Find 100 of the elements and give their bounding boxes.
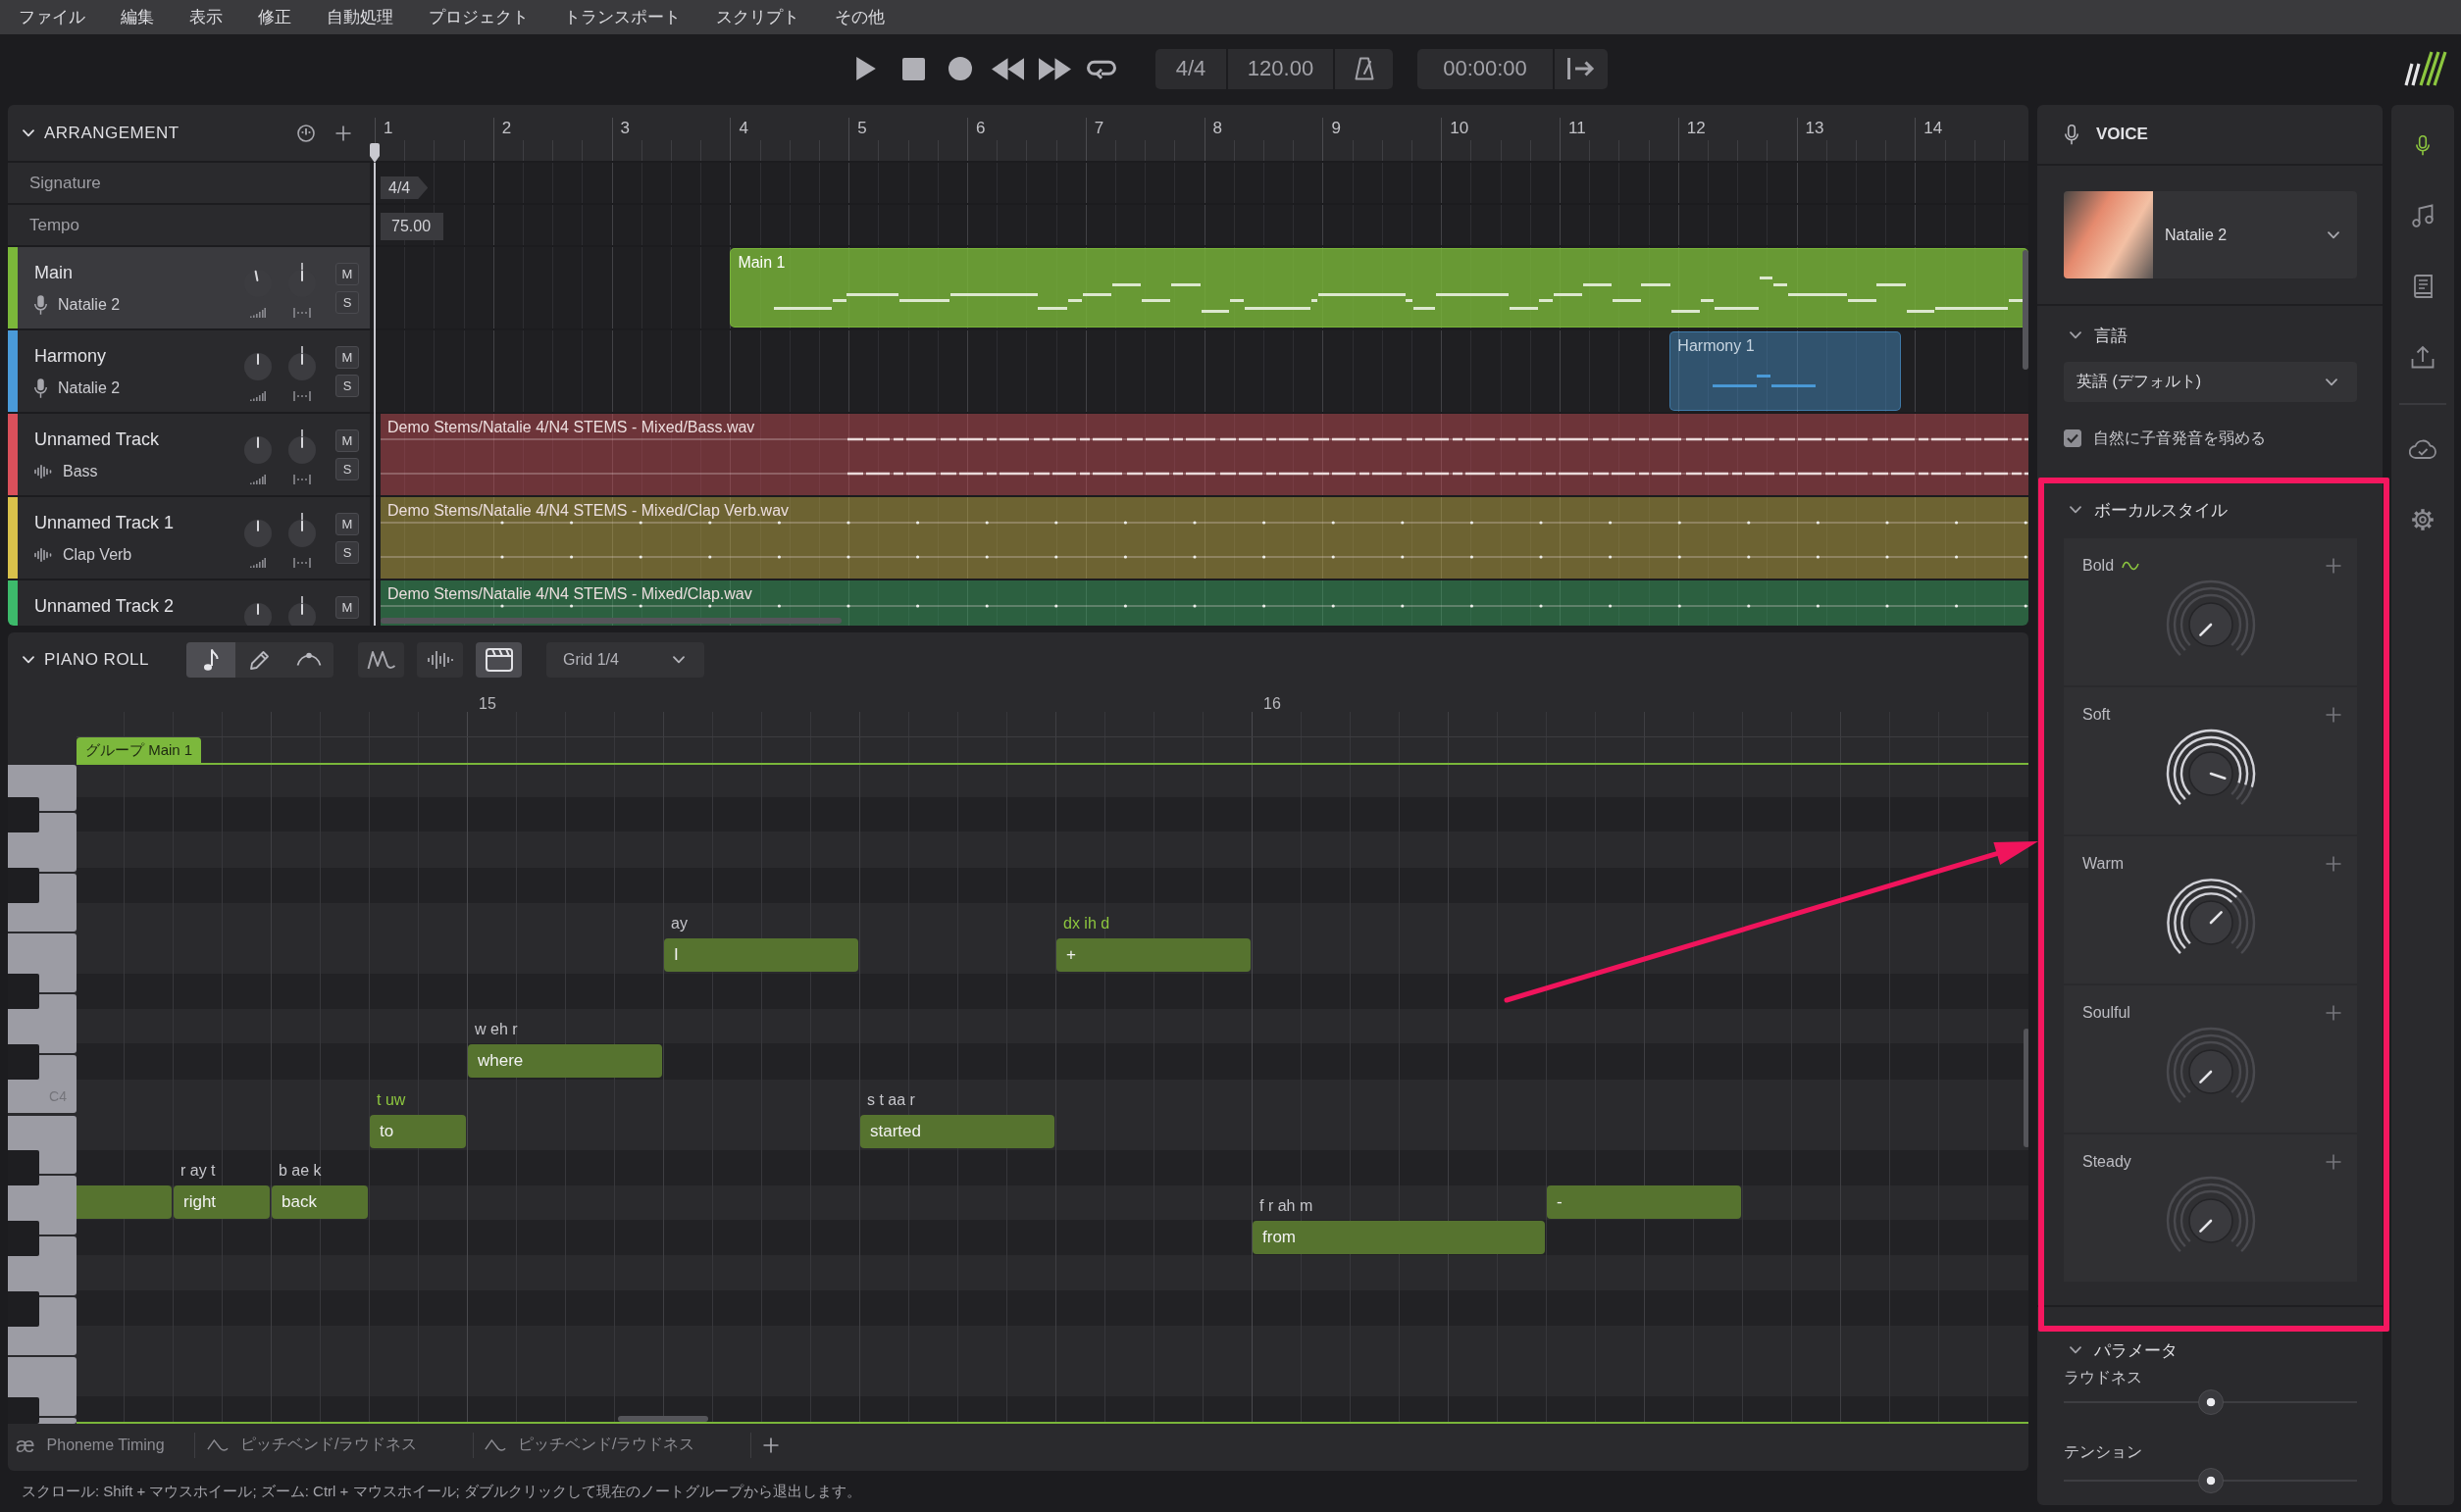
solo-button[interactable]: S <box>335 375 359 397</box>
pan-knob[interactable] <box>287 346 317 381</box>
volume-knob[interactable] <box>243 519 273 548</box>
zigzag-wave-icon <box>366 648 396 671</box>
plus-icon <box>2326 558 2341 574</box>
volume-meter-icon <box>250 475 266 484</box>
menu-item[interactable]: 修正 <box>258 6 291 28</box>
menu-item[interactable]: ファイル <box>19 6 85 28</box>
panel-title[interactable]: PIANO ROLL <box>23 645 150 674</box>
panel-tab[interactable]: ピッチベンド/ラウドネス <box>195 1424 473 1466</box>
note[interactable]: started <box>860 1115 1054 1148</box>
menu-item[interactable]: 表示 <box>189 6 223 28</box>
menu-item[interactable]: トランスポート <box>564 6 681 28</box>
mute-button[interactable]: M <box>335 429 359 452</box>
volume-knob[interactable] <box>243 435 273 465</box>
pencil-tool-button[interactable] <box>235 641 284 678</box>
language-dropdown[interactable]: 英語 (デフォルト) <box>2064 362 2357 402</box>
note[interactable]: I <box>664 938 858 972</box>
pan-knob[interactable] <box>287 596 317 626</box>
note[interactable]: + <box>1056 938 1251 972</box>
menu-item[interactable]: 編集 <box>121 6 154 28</box>
menu-item[interactable]: スクリプト <box>716 6 799 28</box>
track-name: Main <box>34 262 74 283</box>
style-knob[interactable] <box>2165 878 2256 955</box>
note[interactable]: from <box>1253 1221 1545 1254</box>
mute-button[interactable]: M <box>335 263 359 285</box>
waveform-view-button[interactable] <box>417 641 463 678</box>
note[interactable]: right <box>174 1185 270 1219</box>
track-header[interactable]: Unnamed Track 2 M <box>8 580 370 626</box>
track-header[interactable]: Unnamed Track 1 Clap Verb M S <box>8 497 370 579</box>
tempo-marker[interactable]: 75.00 <box>381 213 444 240</box>
time-signature-display[interactable]: 4/4 <box>1155 48 1226 89</box>
pan-meter-icon <box>293 558 311 568</box>
solo-button[interactable]: S <box>335 291 359 314</box>
note[interactable]: to <box>370 1115 466 1148</box>
tempo-display[interactable]: 120.00 <box>1228 48 1333 89</box>
time-display[interactable]: 00:00:00 <box>1417 48 1553 89</box>
menu-item[interactable]: 自動処理 <box>327 6 393 28</box>
clapperboard-icon <box>485 647 513 672</box>
grid-dropdown[interactable]: Grid 1/4 <box>546 641 704 678</box>
chevron-icon <box>2070 506 2081 514</box>
scrollbar-thumb[interactable] <box>2024 1029 2028 1147</box>
row-label: Tempo <box>29 215 80 235</box>
signature-marker[interactable]: 4/4 <box>381 176 429 199</box>
playhead-handle[interactable] <box>370 143 380 163</box>
waveform-icon <box>34 548 52 562</box>
plus-icon <box>2326 1154 2341 1170</box>
curve-tool-button[interactable] <box>284 641 333 678</box>
solo-button[interactable]: S <box>335 458 359 480</box>
audio-clip[interactable]: Demo Stems/Natalie 4/N4 STEMS - Mixed/Clap.wav <box>381 580 2028 626</box>
fast-forward-icon <box>1038 57 1071 80</box>
volume-meter-icon <box>250 558 266 568</box>
mute-button[interactable]: M <box>335 596 359 619</box>
style-knob[interactable] <box>2165 729 2256 806</box>
track-source: Bass <box>63 463 98 480</box>
phoneme-label: f r ah m <box>1259 1196 1313 1216</box>
track-name: Unnamed Track 1 <box>34 512 176 533</box>
menu-item[interactable]: その他 <box>835 6 885 28</box>
note-clip[interactable]: Harmony 1 <box>1669 331 1901 411</box>
section-header[interactable]: ボーカルスタイル <box>2037 496 2383 524</box>
audio-clip[interactable]: Demo Stems/Natalie 4/N4 STEMS - Mixed/Clap Verb.wav <box>381 497 2028 579</box>
panel-tab[interactable]: æ Phoneme Timing <box>8 1424 194 1466</box>
metronome-button[interactable] <box>1335 48 1393 89</box>
plus-icon[interactable] <box>335 125 351 141</box>
scrollbar-thumb[interactable] <box>381 618 842 624</box>
slider-thumb[interactable] <box>2197 1468 2224 1493</box>
note[interactable]: - <box>1547 1185 1741 1219</box>
panel-title: VOICE <box>2096 125 2148 144</box>
panel-tab[interactable]: ピッチベンド/ラウドネス <box>474 1424 750 1466</box>
voice-dropdown[interactable]: Natalie 2 <box>2064 191 2357 278</box>
track-header[interactable]: Unnamed Track Bass M S <box>8 414 370 495</box>
section-header[interactable]: パラメータ <box>2037 1336 2383 1364</box>
menu-item[interactable]: プロジェクト <box>429 6 529 28</box>
slider-thumb[interactable] <box>2197 1389 2224 1415</box>
vibrato-view-button[interactable] <box>358 641 404 678</box>
pan-knob[interactable] <box>287 513 317 548</box>
jump-button[interactable] <box>1555 48 1608 89</box>
dial-icon[interactable] <box>297 124 315 142</box>
note-tool-button[interactable] <box>186 641 235 678</box>
track-header[interactable]: Harmony Natalie 2 M S <box>8 330 370 412</box>
volume-knob[interactable] <box>243 352 273 381</box>
clapperboard-view-button[interactable] <box>476 641 522 678</box>
note[interactable]: back <box>272 1185 368 1219</box>
audio-clip[interactable]: Demo Stems/Natalie 4/N4 STEMS - Mixed/Bass.wav <box>381 414 2028 495</box>
pan-knob[interactable] <box>287 429 317 465</box>
group-tag[interactable]: グループ Main 1 <box>77 737 202 763</box>
style-name: Soulful <box>2082 1004 2130 1022</box>
scrollbar-thumb[interactable] <box>618 1416 708 1422</box>
clip-label: Main 1 <box>738 253 786 272</box>
mute-button[interactable]: M <box>335 346 359 369</box>
mute-button[interactable]: M <box>335 513 359 535</box>
solo-button[interactable]: S <box>335 541 359 564</box>
add-tab-button[interactable] <box>763 1436 779 1453</box>
volume-knob[interactable] <box>243 602 273 626</box>
track-name: Unnamed Track <box>34 428 161 450</box>
scrollbar-thumb[interactable] <box>2023 250 2028 370</box>
track-header[interactable]: Main Natalie 2 M S <box>8 247 370 328</box>
section-header[interactable]: 言語 <box>2037 322 2383 349</box>
checkbox[interactable] <box>2064 429 2081 447</box>
note[interactable]: where <box>468 1044 662 1078</box>
